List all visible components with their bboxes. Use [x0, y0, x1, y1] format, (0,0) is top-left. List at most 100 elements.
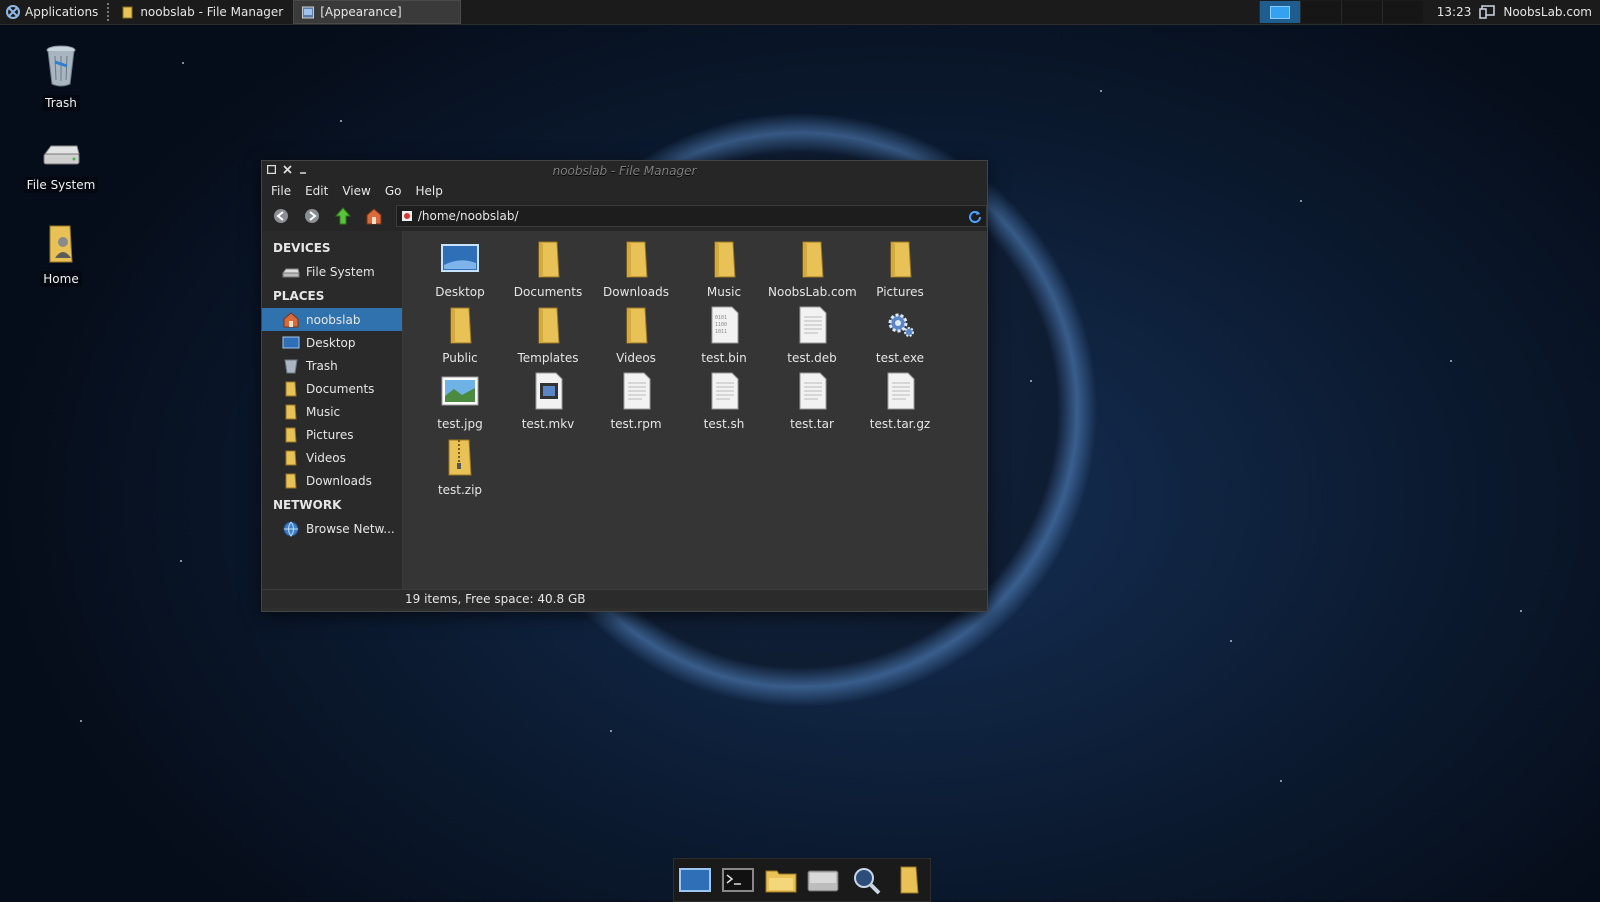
file-item[interactable]: test.rpm — [592, 371, 680, 431]
file-item-label: test.tar.gz — [869, 417, 931, 431]
sidebar-header-places: PLACES — [273, 289, 325, 303]
desktop-icon-label: Home — [40, 271, 82, 287]
sidebar-item-videos[interactable]: Videos — [262, 446, 402, 469]
svg-text:0101: 0101 — [715, 315, 727, 321]
file-manager-icon[interactable] — [764, 865, 798, 895]
file-item[interactable]: Documents — [504, 239, 592, 299]
sidebar-item-desktop[interactable]: Desktop — [262, 331, 402, 354]
folder-icon — [285, 427, 297, 442]
file-view[interactable]: Desktop Documents Downloads Music NoobsLab.c… — [403, 231, 987, 589]
task-label: noobslab - File Manager — [140, 5, 284, 19]
menu-help[interactable]: Help — [408, 184, 449, 198]
up-arrow-icon — [334, 207, 352, 225]
applications-menu-button[interactable]: Applications — [0, 0, 104, 24]
desktop-icon — [282, 336, 300, 348]
folder-icon[interactable] — [892, 865, 926, 895]
file-item-label: test.sh — [703, 417, 745, 431]
taskbar-item-file-manager[interactable]: noobslab - File Manager — [114, 1, 291, 23]
file-item[interactable]: Downloads — [592, 239, 680, 299]
workspace-1[interactable] — [1258, 1, 1300, 23]
reload-icon[interactable] — [968, 209, 982, 223]
file-item[interactable]: test.deb — [768, 305, 856, 365]
menu-edit[interactable]: Edit — [298, 184, 335, 198]
desktop-icon-home[interactable]: Home — [21, 224, 101, 287]
clock[interactable]: 13:23 — [1437, 5, 1472, 19]
sidebar-item-file-system[interactable]: File System — [262, 260, 402, 283]
sidebar-item-pictures[interactable]: Pictures — [262, 423, 402, 446]
location-bar[interactable]: /home/noobslab/ — [395, 205, 987, 227]
file-item[interactable]: Pictures — [856, 239, 944, 299]
forward-arrow-icon — [304, 209, 319, 223]
user-label[interactable]: NoobsLab.com — [1503, 5, 1592, 19]
desktop-icon-label: File System — [23, 177, 99, 193]
home-button[interactable] — [363, 205, 385, 227]
file-item-label: Downloads — [603, 285, 669, 299]
folder-icon — [626, 241, 648, 278]
file-item[interactable]: 0101 1100 1011 test.bin — [680, 305, 768, 365]
image-file-icon — [441, 376, 479, 406]
sidebar-item-label: Trash — [306, 358, 338, 373]
file-item[interactable]: test.mkv — [504, 371, 592, 431]
desktop-icon-label: Trash — [42, 95, 80, 111]
file-item[interactable]: test.exe — [856, 305, 944, 365]
file-item[interactable]: test.sh — [680, 371, 768, 431]
file-item[interactable]: test.zip — [416, 437, 504, 497]
file-item[interactable]: test.jpg — [416, 371, 504, 431]
appearance-icon — [302, 6, 315, 18]
desktop-icon-trash[interactable]: Trash — [21, 44, 101, 111]
taskbar-item-appearance[interactable]: [Appearance] — [293, 0, 462, 24]
workspace-3[interactable] — [1340, 1, 1382, 23]
file-item[interactable]: Public — [416, 305, 504, 365]
file-item-label: Documents — [513, 285, 583, 299]
file-item[interactable]: Templates — [504, 305, 592, 365]
folder-icon — [538, 241, 560, 278]
gear-file-icon — [888, 313, 914, 337]
file-item-label: Videos — [616, 351, 656, 365]
sidebar-item-trash[interactable]: Trash — [262, 354, 402, 377]
sidebar-item-label: Pictures — [306, 427, 354, 442]
file-item[interactable]: Music — [680, 239, 768, 299]
file-item[interactable]: Desktop — [416, 239, 504, 299]
menu-go[interactable]: Go — [378, 184, 409, 198]
sidebar-item-browse-network[interactable]: Browse Netw... — [262, 517, 402, 540]
back-button[interactable] — [270, 205, 292, 227]
sidebar-item-label: Browse Netw... — [306, 521, 395, 536]
text-file-icon — [887, 372, 915, 410]
menu-file[interactable]: File — [264, 184, 298, 198]
window-titlebar[interactable]: noobslab - File Manager — [262, 161, 987, 181]
sidebar-item-music[interactable]: Music — [262, 400, 402, 423]
search-icon[interactable] — [849, 865, 883, 895]
file-item[interactable]: Videos — [592, 305, 680, 365]
terminal-icon[interactable] — [721, 865, 755, 895]
folder-icon — [890, 241, 912, 278]
file-item[interactable]: test.tar.gz — [856, 371, 944, 431]
folder-icon — [626, 307, 648, 344]
menu-view[interactable]: View — [335, 184, 377, 198]
home-icon — [366, 208, 382, 225]
forward-button[interactable] — [301, 205, 323, 227]
home-folder-icon — [49, 225, 73, 263]
file-item-label: test.deb — [787, 351, 837, 365]
sidebar-item-documents[interactable]: Documents — [262, 377, 402, 400]
up-button[interactable] — [332, 205, 354, 227]
sidebar-item-label: Downloads — [306, 473, 372, 488]
video-file-icon — [535, 372, 563, 410]
text-file-icon — [799, 372, 827, 410]
drive-icon[interactable] — [806, 865, 840, 895]
drive-icon — [282, 268, 300, 277]
sidebar: DEVICES File System PLACES noobslab Desk… — [262, 231, 403, 589]
desktop-icon-file-system[interactable]: File System — [21, 142, 101, 193]
sidebar-item-noobslab[interactable]: noobslab — [262, 308, 402, 331]
desktop-icon[interactable] — [678, 865, 712, 895]
text-file-icon — [711, 372, 739, 410]
network-status-icon[interactable] — [1479, 5, 1496, 19]
sidebar-item-label: noobslab — [306, 312, 361, 327]
workspace-4[interactable] — [1381, 1, 1423, 23]
file-item-label: Music — [706, 285, 742, 299]
workspace-2[interactable] — [1299, 1, 1341, 23]
file-item[interactable]: NoobsLab.com — [768, 239, 857, 299]
window-title: noobslab - File Manager — [552, 164, 697, 178]
folder-icon — [538, 307, 560, 344]
file-item[interactable]: test.tar — [768, 371, 856, 431]
sidebar-item-downloads[interactable]: Downloads — [262, 469, 402, 492]
